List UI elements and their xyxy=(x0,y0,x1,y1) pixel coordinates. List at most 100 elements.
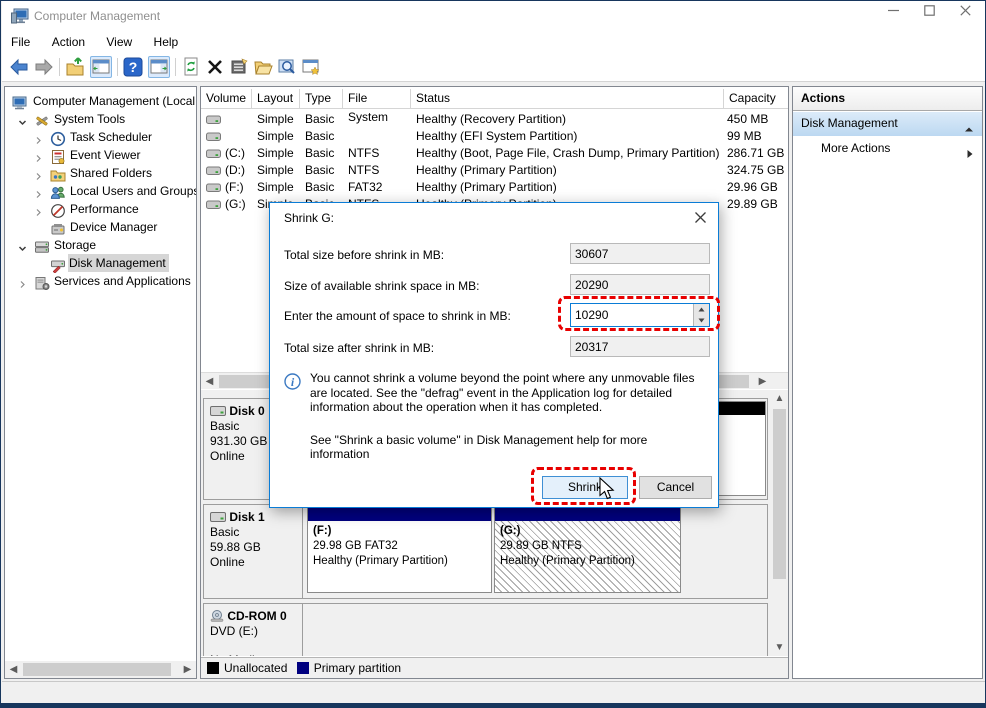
volume-icon xyxy=(206,166,221,176)
total-size-after-field xyxy=(570,336,710,357)
refresh-icon[interactable] xyxy=(180,56,202,78)
device-manager-icon xyxy=(50,219,66,237)
storage-icon xyxy=(34,237,50,255)
up-one-level-icon[interactable] xyxy=(64,56,86,78)
chevron-right-icon[interactable] xyxy=(18,276,27,294)
volume-row[interactable]: Simple Basic Healthy (Recovery Partition… xyxy=(201,111,788,128)
tree-item-local-users-and-groups[interactable]: Local Users and Groups xyxy=(5,182,197,200)
disk1-row: Disk 1 Basic 59.88 GB Online (F:) 29.98 … xyxy=(203,504,768,599)
column-file-system[interactable]: File System xyxy=(343,89,411,109)
show-console-tree-icon[interactable] xyxy=(90,56,112,78)
primary-partition-band xyxy=(308,508,491,521)
scrollbar-thumb[interactable] xyxy=(773,409,786,579)
help-topics-icon[interactable] xyxy=(300,56,322,78)
column-layout[interactable]: Layout xyxy=(252,89,300,109)
tree-item-device-manager[interactable]: Device Manager xyxy=(5,218,197,236)
actions-group-disk-management[interactable]: Disk Management xyxy=(793,112,982,136)
scroll-left-arrow[interactable]: ◀︎ xyxy=(5,661,22,678)
column-status[interactable]: Status xyxy=(411,89,724,109)
help-icon[interactable]: ? xyxy=(122,56,144,78)
column-type[interactable]: Type xyxy=(300,89,343,109)
system-tools-icon xyxy=(34,111,50,129)
scroll-right-arrow[interactable]: ▶︎ xyxy=(179,661,196,678)
show-action-pane-icon[interactable] xyxy=(148,56,170,78)
total-size-before-field xyxy=(570,243,710,264)
window-bottom-edge xyxy=(1,703,986,708)
tree-item-task-scheduler[interactable]: Task Scheduler xyxy=(5,128,197,146)
shrink-dialog: Shrink G: Total size before shrink in MB… xyxy=(269,202,719,508)
menu-help[interactable]: Help xyxy=(145,31,188,53)
back-icon[interactable] xyxy=(8,56,30,78)
volume-row[interactable]: (C:) Simple Basic NTFS Healthy (Boot, Pa… xyxy=(201,145,788,162)
menu-file[interactable]: File xyxy=(2,31,39,53)
field-label: Enter the amount of space to shrink in M… xyxy=(284,306,564,326)
primary-partition-swatch xyxy=(297,662,309,674)
actions-pane: Actions Disk Management More Actions xyxy=(792,86,983,679)
status-bar xyxy=(2,681,986,703)
open-icon[interactable] xyxy=(252,56,274,78)
volume-icon xyxy=(206,200,221,210)
shrink-amount-spinner xyxy=(570,303,710,327)
shared-folders-icon xyxy=(50,165,66,183)
disk-icon xyxy=(210,406,226,416)
available-shrink-space-field xyxy=(570,274,710,295)
tree-item-shared-folders[interactable]: Shared Folders xyxy=(5,164,197,182)
close-button[interactable] xyxy=(949,5,981,27)
tree-item-performance[interactable]: Performance xyxy=(5,200,197,218)
maximize-button[interactable] xyxy=(913,5,945,27)
legend-unallocated: Unallocated xyxy=(224,661,287,675)
scroll-right-arrow[interactable]: ▶︎ xyxy=(754,373,771,390)
volume-icon xyxy=(206,132,221,142)
more-actions-item[interactable]: More Actions xyxy=(793,137,982,159)
spin-up-button[interactable] xyxy=(693,304,709,315)
title-bar: Computer Management xyxy=(2,1,985,31)
shrink-amount-input[interactable] xyxy=(571,304,693,326)
app-icon xyxy=(11,8,29,24)
tree-item-system-tools[interactable]: System Tools xyxy=(5,110,197,128)
svg-text:?: ? xyxy=(129,59,138,75)
scrollbar-thumb[interactable] xyxy=(23,663,171,676)
partition-f[interactable]: (F:) 29.98 GB FAT32 Healthy (Primary Par… xyxy=(307,507,492,593)
field-label: Total size after shrink in MB: xyxy=(284,338,564,358)
delete-icon[interactable] xyxy=(204,56,226,78)
menu-view[interactable]: View xyxy=(97,31,141,53)
tree-item-computer-management[interactable]: Computer Management (Local xyxy=(5,92,197,110)
computer-management-window: Computer Management File Action View Hel… xyxy=(0,0,986,708)
tree-item-services-and-applications[interactable]: Services and Applications xyxy=(5,272,197,290)
cdrom-label[interactable]: CD-ROM 0 DVD (E:) No Media xyxy=(204,604,303,656)
tree-item-storage[interactable]: Storage xyxy=(5,236,197,254)
info-icon: i xyxy=(284,373,301,393)
scroll-left-arrow[interactable]: ◀︎ xyxy=(201,373,218,390)
console-tree: Computer Management (Local System Tools … xyxy=(4,86,197,679)
column-volume[interactable]: Volume xyxy=(201,89,252,109)
find-icon[interactable] xyxy=(276,56,298,78)
menu-bar: File Action View Help xyxy=(2,31,985,53)
disk-view-vertical-scrollbar[interactable]: ▲︎ ▼︎ xyxy=(771,390,788,656)
volume-icon xyxy=(206,115,221,125)
task-scheduler-icon xyxy=(50,129,66,147)
shrink-button[interactable]: Shrink xyxy=(542,476,628,499)
users-icon xyxy=(50,183,66,201)
tree-horizontal-scrollbar[interactable]: ◀︎ ▶︎ xyxy=(5,661,196,678)
tree-item-event-viewer[interactable]: Event Viewer xyxy=(5,146,197,164)
volume-table-header: Volume Layout Type File System Status Ca… xyxy=(201,89,788,109)
menu-action[interactable]: Action xyxy=(43,31,94,53)
spin-down-button[interactable] xyxy=(693,315,709,326)
partition-g-selected[interactable]: (G:) 29.89 GB NTFS Healthy (Primary Part… xyxy=(494,507,681,593)
volume-row[interactable]: Simple Basic Healthy (EFI System Partiti… xyxy=(201,128,788,145)
volume-row[interactable]: (F:) Simple Basic FAT32 Healthy (Primary… xyxy=(201,179,788,196)
unallocated-swatch xyxy=(207,662,219,674)
disk1-label[interactable]: Disk 1 Basic 59.88 GB Online xyxy=(204,505,303,598)
scroll-up-arrow[interactable]: ▲︎ xyxy=(771,390,788,407)
performance-icon xyxy=(50,201,66,219)
cancel-button[interactable]: Cancel xyxy=(639,476,712,499)
column-capacity[interactable]: Capacity xyxy=(724,89,788,109)
volume-row[interactable]: (D:) Simple Basic NTFS Healthy (Primary … xyxy=(201,162,788,179)
minimize-button[interactable] xyxy=(877,5,909,27)
properties-icon[interactable] xyxy=(228,56,250,78)
forward-icon[interactable] xyxy=(33,56,55,78)
scroll-down-arrow[interactable]: ▼︎ xyxy=(771,639,788,656)
dialog-close-icon[interactable] xyxy=(694,211,708,225)
volume-icon xyxy=(206,149,221,159)
tree-item-disk-management[interactable]: Disk Management xyxy=(5,254,197,272)
